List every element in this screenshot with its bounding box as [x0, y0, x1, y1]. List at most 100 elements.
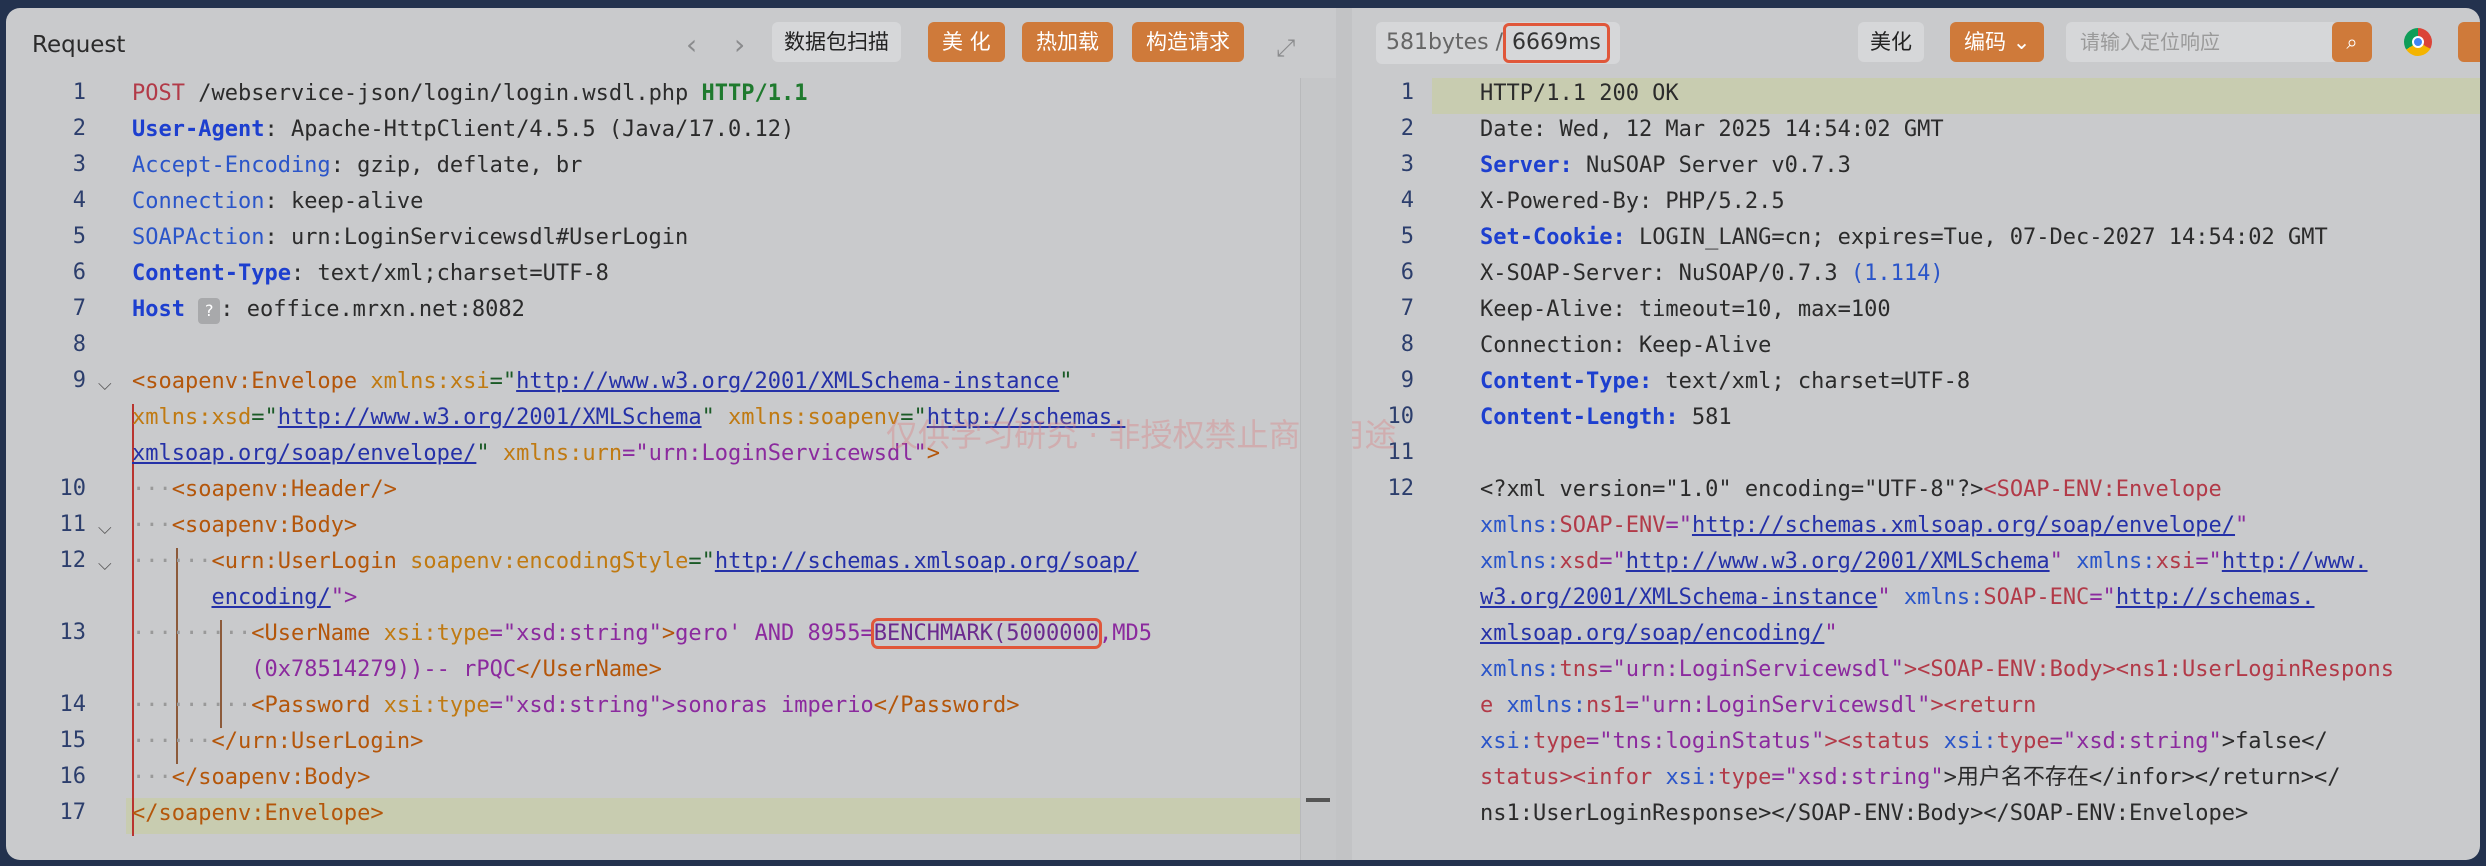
- response-line: e xmlns:ns1="urn:LoginServicewsdl"><retu…: [1480, 693, 2037, 718]
- line-number: 9: [1400, 368, 1414, 393]
- request-line: User-Agent: Apache-HttpClient/4.5.5 (Jav…: [132, 117, 795, 142]
- line-number: 3: [72, 152, 86, 177]
- request-line: Connection: keep-alive: [132, 189, 424, 214]
- line-number: 8: [1400, 332, 1414, 357]
- response-toolbar: 581bytes /6669ms 美化 编码 ⌄ 请输入定位响应 ⌕: [1352, 8, 2480, 78]
- response-line: Set-Cookie: LOGIN_LANG=cn; expires=Tue, …: [1480, 225, 2328, 250]
- chevron-down-icon: ⌄: [2012, 30, 2031, 54]
- request-line: SOAPAction: urn:LoginServicewsdl#UserLog…: [132, 225, 689, 250]
- back-arrow-icon[interactable]: ‹: [686, 28, 697, 61]
- line-number: 4: [72, 188, 86, 213]
- request-scrollbar-thumb[interactable]: [1306, 798, 1330, 802]
- line-number: 1: [72, 80, 86, 105]
- request-toolbar: Request ‹ › 数据包扫描 美 化 热加载 构造请求 ⤢: [6, 8, 1336, 78]
- line-number: 1: [1400, 80, 1414, 105]
- response-line: Date: Wed, 12 Mar 2025 14:54:02 GMT: [1480, 117, 1944, 142]
- line-number: 2: [72, 116, 86, 141]
- response-line: X-SOAP-Server: NuSOAP/0.7.3 (1.114): [1480, 261, 1944, 286]
- encoding-dropdown[interactable]: 编码 ⌄: [1950, 22, 2045, 62]
- response-time: 6669ms: [1503, 23, 1610, 63]
- line-number: 16: [59, 764, 87, 789]
- fold-chevron-icon[interactable]: ⌵: [98, 518, 112, 539]
- response-line: Connection: Keep-Alive: [1480, 333, 1772, 358]
- line-number: 14: [59, 692, 87, 717]
- search-icon[interactable]: ⌕: [2332, 22, 2372, 62]
- response-line: status><infor xsi:type="xsd:string">用户名不…: [1480, 765, 2341, 790]
- request-line: ·········<Password xsi:type="xsd:string"…: [132, 693, 1020, 718]
- panel-divider[interactable]: [1336, 8, 1352, 860]
- build-request-button[interactable]: 构造请求: [1132, 22, 1244, 62]
- response-line: xmlns:xsd="http://www.w3.org/2001/XMLSch…: [1480, 549, 2368, 574]
- request-line: xmlsoap.org/soap/envelope/" xmlns:urn="u…: [132, 441, 940, 466]
- fold-chevron-icon[interactable]: ⌵: [98, 374, 112, 395]
- response-line: xmlns:tns="urn:LoginServicewsdl"><SOAP-E…: [1480, 657, 2394, 682]
- encoding-label: 编码: [1964, 30, 2006, 54]
- line-number: 10: [59, 476, 87, 501]
- request-line: <soapenv:Envelope xmlns:xsi="http://www.…: [132, 369, 1073, 394]
- app-window: Request ‹ › 数据包扫描 美 化 热加载 构造请求 ⤢ 1 2 3 4…: [0, 0, 2486, 866]
- request-scrollbar[interactable]: [1300, 78, 1337, 860]
- hot-load-button[interactable]: 热加载: [1022, 22, 1113, 62]
- forward-arrow-icon[interactable]: ›: [734, 28, 745, 61]
- line-number: 7: [1400, 296, 1414, 321]
- line-number: 13: [59, 620, 87, 645]
- fold-chevron-icon[interactable]: ⌵: [98, 554, 112, 575]
- response-line: HTTP/1.1 200 OK: [1480, 81, 1679, 106]
- request-line: ······<urn:UserLogin soapenv:encodingSty…: [132, 549, 1139, 574]
- response-line: xsi:type="tns:loginStatus"><status xsi:t…: [1480, 729, 2328, 754]
- response-size: 581bytes /: [1386, 30, 1504, 55]
- highlighted-payload: BENCHMARK(5000000: [870, 618, 1102, 649]
- response-panel: 581bytes /6669ms 美化 编码 ⌄ 请输入定位响应 ⌕ 1 2 3…: [1352, 8, 2480, 860]
- response-line: xmlns:SOAP-ENV="http://schemas.xmlsoap.o…: [1480, 513, 2249, 538]
- request-line: Content-Type: text/xml;charset=UTF-8: [132, 261, 609, 286]
- request-line: Accept-Encoding: gzip, deflate, br: [132, 153, 583, 178]
- editor-frame: Request ‹ › 数据包扫描 美 化 热加载 构造请求 ⤢ 1 2 3 4…: [6, 8, 2480, 860]
- line-number: 8: [72, 332, 86, 357]
- line-number: 4: [1400, 188, 1414, 213]
- request-line: encoding/">: [211, 585, 358, 610]
- line-number: 15: [59, 728, 87, 753]
- request-line: ·········<UserName xsi:type="xsd:string"…: [132, 618, 1152, 649]
- request-line: ······</urn:UserLogin>: [132, 729, 424, 754]
- response-line: ns1:UserLoginResponse></SOAP-ENV:Body></…: [1480, 801, 2249, 826]
- response-stats: 581bytes /6669ms: [1376, 22, 1620, 64]
- line-number: 2: [1400, 116, 1414, 141]
- help-icon[interactable]: ?: [198, 298, 221, 324]
- beautify-button[interactable]: 美 化: [928, 22, 1005, 62]
- line-number: 6: [1400, 260, 1414, 285]
- response-line: Content-Type: text/xml; charset=UTF-8: [1480, 369, 1971, 394]
- line-number: 11: [59, 512, 87, 537]
- expand-icon[interactable]: ⤢: [1276, 34, 1295, 62]
- response-line: Keep-Alive: timeout=10, max=100: [1480, 297, 1891, 322]
- line-number: 7: [72, 296, 86, 321]
- response-line: w3.org/2001/XMLSchema-instance" xmlns:SO…: [1480, 585, 2315, 610]
- line-number: 6: [72, 260, 86, 285]
- overflow-button[interactable]: [2458, 22, 2480, 62]
- request-panel: Request ‹ › 数据包扫描 美 化 热加载 构造请求 ⤢ 1 2 3 4…: [6, 8, 1397, 860]
- response-beautify-button[interactable]: 美化: [1858, 22, 1924, 62]
- line-number: 11: [1387, 440, 1415, 465]
- response-line: X-Powered-By: PHP/5.2.5: [1480, 189, 1785, 214]
- chrome-icon[interactable]: [2404, 28, 2432, 56]
- line-number: 9: [72, 368, 86, 393]
- locate-response-input[interactable]: 请输入定位响应: [2066, 22, 2338, 62]
- request-line: ···</soapenv:Body>: [132, 765, 371, 790]
- request-line: </soapenv:Envelope>: [132, 801, 384, 826]
- packet-scan-button[interactable]: 数据包扫描: [772, 22, 901, 62]
- request-line: ···<soapenv:Header/>: [132, 477, 397, 502]
- request-line: POST /webservice-json/login/login.wsdl.p…: [132, 81, 808, 106]
- line-number: 3: [1400, 152, 1414, 177]
- response-line: <?xml version="1.0" encoding="UTF-8"?><S…: [1480, 477, 2222, 502]
- request-line: (0x78514279))-- rPQC</UserName>: [251, 657, 662, 682]
- line-number: 17: [59, 800, 87, 825]
- line-number: 5: [1400, 224, 1414, 249]
- response-line: xmlsoap.org/soap/encoding/": [1480, 621, 1838, 646]
- request-title: Request: [32, 32, 126, 58]
- line-number: 12: [59, 548, 87, 573]
- line-number: 5: [72, 224, 86, 249]
- line-number: 12: [1387, 476, 1415, 501]
- response-line: Server: NuSOAP Server v0.7.3: [1480, 153, 1851, 178]
- request-line: ···<soapenv:Body>: [132, 513, 358, 538]
- request-line: Host ?: eoffice.mrxn.net:8082: [132, 297, 525, 324]
- response-line: Content-Length: 581: [1480, 405, 1732, 430]
